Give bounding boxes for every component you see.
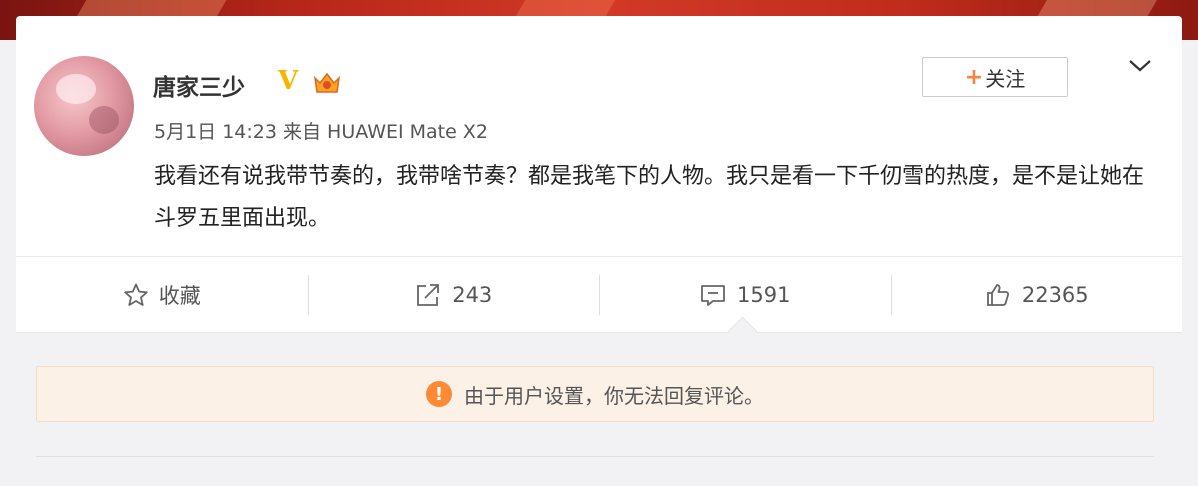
like-button[interactable]: 22365 xyxy=(890,257,1183,333)
favorite-label: 收藏 xyxy=(158,284,201,308)
chevron-down-icon[interactable] xyxy=(1126,56,1154,76)
comment-count: 1591 xyxy=(737,283,791,307)
post-content: 我看还有说我带节奏的，我带啥节奏？都是我笔下的人物。我只是看一下千仞雪的热度，是… xyxy=(154,164,1145,231)
action-bar: 收藏 243 1591 22365 xyxy=(16,256,1182,333)
notice-text: 由于用户设置，你无法回复评论。 xyxy=(464,383,764,408)
like-count: 22365 xyxy=(1021,283,1089,307)
verified-icon: V xyxy=(278,66,299,96)
repost-count: 243 xyxy=(452,283,493,307)
warning-icon: ! xyxy=(426,381,452,407)
favorite-button[interactable]: 收藏 xyxy=(16,257,308,333)
avatar[interactable] xyxy=(34,56,134,156)
star-icon xyxy=(124,283,148,306)
plus-icon: + xyxy=(964,64,984,90)
post-meta: 5月1日 14:23 来自 HUAWEI Mate X2 xyxy=(154,121,488,143)
follow-label: 关注 xyxy=(985,66,1026,91)
divider xyxy=(36,456,1154,457)
follow-button[interactable]: + 关注 xyxy=(922,57,1068,97)
weibo-post-card: 唐家三少 V 5月1日 14:23 来自 HUAWEI Mate X2 我看还有… xyxy=(16,16,1182,486)
repost-button[interactable]: 243 xyxy=(307,257,600,333)
like-icon xyxy=(986,284,1009,306)
reply-restricted-notice: ! 由于用户设置，你无法回复评论。 xyxy=(36,366,1154,422)
comment-icon xyxy=(701,285,725,306)
share-icon xyxy=(417,284,440,306)
crown-icon xyxy=(313,72,341,93)
author-name[interactable]: 唐家三少 xyxy=(153,68,245,102)
